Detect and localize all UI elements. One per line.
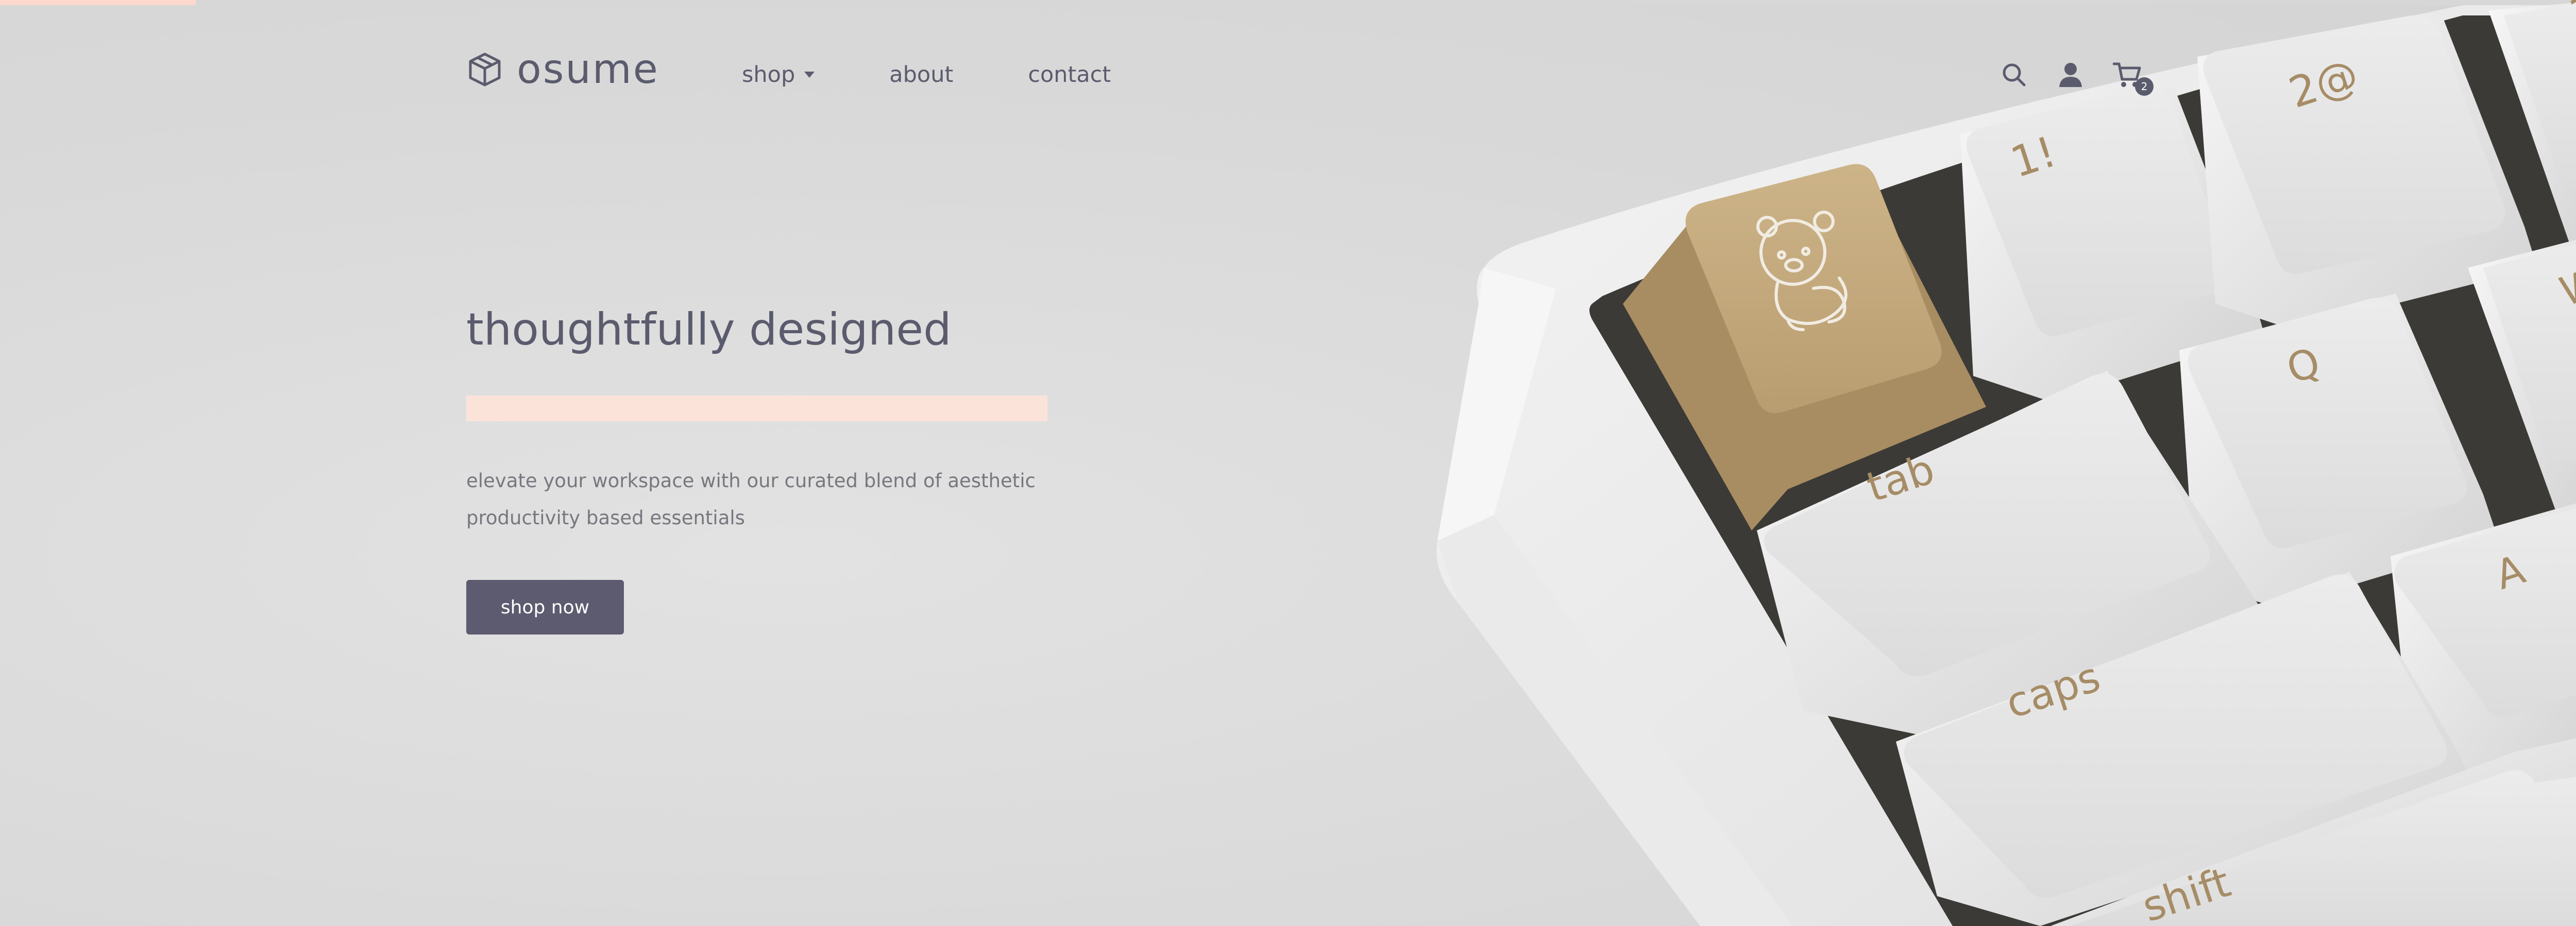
- nav-item-about[interactable]: about: [889, 62, 953, 88]
- nav-item-contact[interactable]: contact: [1028, 62, 1111, 88]
- keycap-tab: [1757, 371, 2267, 736]
- keycap-shift: [2050, 738, 2576, 926]
- keycap-label-1: 1!: [2005, 127, 2062, 187]
- keycap-bear: [1623, 164, 1986, 530]
- site-header: osume shop about contact 2: [0, 5, 2576, 134]
- keycap-label-q: Q: [2281, 339, 2326, 393]
- shop-now-button[interactable]: shop now: [466, 580, 624, 635]
- keycap-q: [2179, 294, 2499, 608]
- hero-subtitle-line: elevate your workspace with our curated …: [466, 470, 1036, 492]
- keyboard-case: [1436, 5, 2576, 926]
- keycap-1: [1960, 87, 2264, 402]
- nav-item-label: about: [889, 62, 954, 88]
- brand-logo[interactable]: osume: [466, 46, 659, 93]
- top-strip: [0, 0, 2576, 5]
- top-progress-bar: [0, 0, 196, 5]
- header-actions: 2: [1999, 54, 2169, 96]
- keycap-caps: [1896, 572, 2473, 926]
- caret-down-icon: [804, 72, 815, 78]
- keycap-label-shift: shift: [2137, 858, 2236, 926]
- nav-item-label: shop: [742, 62, 795, 88]
- box-icon: [466, 51, 503, 88]
- hero-section: thoughtfully designed elevate your works…: [466, 299, 1136, 635]
- search-icon[interactable]: [1999, 60, 2029, 90]
- keycap-w: [2468, 239, 2576, 510]
- hero-subtitle-line: productivity based essentials: [466, 507, 745, 529]
- keycap-a: [2391, 503, 2576, 783]
- user-icon[interactable]: [2056, 60, 2086, 90]
- page: 1! 2@ 3 Q W A tab caps shift osume shop …: [0, 0, 2576, 926]
- hero-keyboard-image: 1! 2@ 3 Q W A tab caps shift: [1436, 0, 2576, 926]
- keycap-label-w: W: [2554, 260, 2576, 316]
- hero-title: thoughtfully designed: [466, 304, 952, 355]
- keycap-label-caps: caps: [2000, 653, 2106, 728]
- main-nav: shop about contact: [742, 57, 1185, 93]
- nav-item-shop[interactable]: shop: [742, 62, 815, 88]
- nav-item-label: contact: [1028, 62, 1111, 88]
- keycap-label-tab: tab: [1861, 445, 1940, 511]
- cart-icon[interactable]: 2: [2112, 60, 2154, 96]
- hero-accent-bar: [466, 396, 1047, 421]
- hero-subtitle: elevate your workspace with our curated …: [466, 462, 1047, 537]
- cart-count-badge: 2: [2135, 77, 2154, 96]
- brand-name: osume: [517, 46, 659, 93]
- keycap-label-a: A: [2490, 546, 2531, 599]
